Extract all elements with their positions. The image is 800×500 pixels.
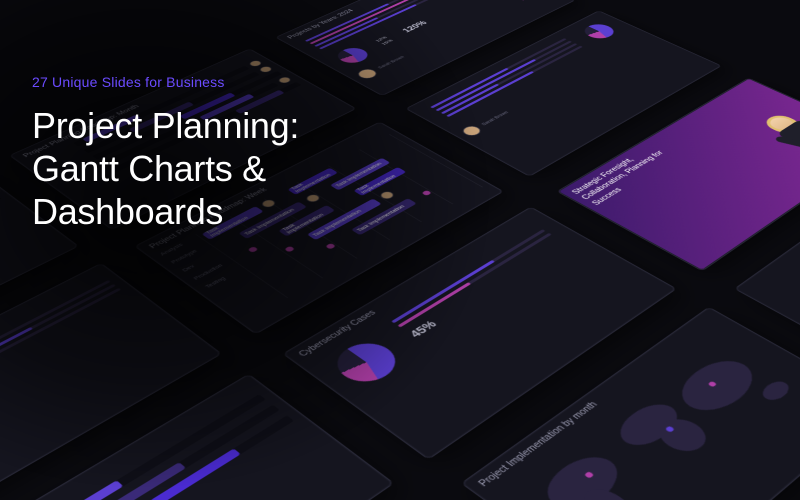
pie-chart (579, 22, 619, 42)
stat: 49% (517, 0, 541, 2)
page-title: Project Planning: Gantt Charts & Dashboa… (32, 104, 299, 234)
person-name: Sarah Brown (481, 111, 510, 126)
pie-chart (332, 45, 373, 66)
slide-strategic: Strategic Foresight, Collaboration, Plan… (556, 78, 800, 272)
stat: 120% (400, 19, 429, 33)
slide-title: Projects by Years: 2024 (276, 0, 480, 44)
promo-stage: Project Planning Roadmap: Month Projects… (0, 0, 800, 500)
person-name: Sarah Brown (377, 55, 405, 69)
slide-title: Strategic Foresight, Collaboration, Plan… (558, 135, 691, 212)
title-line: Project Planning: (32, 104, 299, 147)
row-label: Production (193, 258, 234, 281)
task-bar: Task Implementation (353, 167, 406, 196)
pie-chart (326, 336, 408, 390)
task-bar: Task Implementation (330, 158, 391, 191)
row-labels: Analysis Prototype Dev Production Testin… (159, 235, 245, 289)
task-bar: Task Implementation (307, 199, 382, 241)
stat: 45% (407, 238, 570, 339)
row-label: Dev (182, 250, 223, 272)
eyebrow: 27 Unique Slides for Business (32, 74, 299, 90)
row-label: Testing (205, 266, 246, 289)
stat: 15% (380, 39, 394, 46)
person-photo (750, 106, 800, 172)
hero-text: 27 Unique Slides for Business Project Pl… (32, 74, 299, 234)
title-line: Gantt Charts & (32, 147, 299, 190)
task-bar: Task Implementation (351, 198, 417, 235)
row-label: Analysis (159, 235, 200, 257)
title-line: Dashboards (32, 190, 299, 233)
stat: 12% (374, 36, 388, 43)
slide-mockup: Sarah Brown (405, 10, 722, 176)
row-label: Prototype (171, 243, 212, 265)
slide-projects-by-year: Projects by Years: 2024 280% 90% (275, 0, 576, 96)
